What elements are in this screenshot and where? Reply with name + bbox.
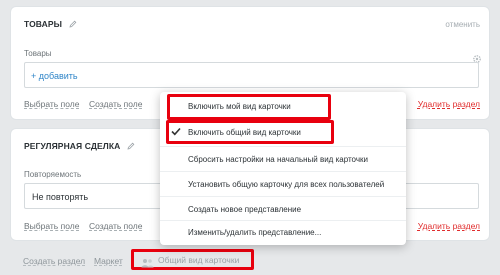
goods-select-field-link[interactable]: Выбрать поле — [24, 99, 79, 109]
highlight-frame — [166, 120, 334, 144]
market-link[interactable]: Маркет — [94, 256, 123, 266]
deal-select-field-link[interactable]: Выбрать поле — [24, 221, 79, 231]
goods-section-title: ТОВАРЫ — [24, 19, 63, 29]
goods-section-title-row: ТОВАРЫ — [24, 19, 77, 30]
edit-title-pencil-icon[interactable] — [68, 20, 77, 30]
recurrence-select-value: Не повторять — [32, 192, 89, 202]
deal-section-title: РЕГУЛЯРНАЯ СДЕЛКА — [24, 141, 121, 151]
menu-item-label: Установить общую карточку для всех польз… — [188, 180, 385, 189]
deal-field-label: Повторяемость — [24, 170, 82, 179]
highlight-frame — [167, 94, 331, 120]
general-card-view-button[interactable]: Общий вид карточки — [131, 249, 254, 270]
menu-item-label: Изменить/удалить представление... — [188, 228, 322, 237]
menu-item-reset-settings[interactable]: Сбросить настройки на начальный вид карт… — [160, 147, 406, 171]
deal-section-title-row: РЕГУЛЯРНАЯ СДЕЛКА — [24, 141, 135, 152]
menu-item-edit-view[interactable]: Изменить/удалить представление... — [160, 220, 406, 244]
create-section-link[interactable]: Создать раздел — [23, 256, 85, 266]
users-icon — [141, 255, 154, 273]
edit-title-pencil-icon[interactable] — [127, 142, 135, 152]
menu-item-label: Сбросить настройки на начальный вид карт… — [188, 155, 368, 164]
goods-field-box[interactable]: + добавить — [24, 62, 479, 88]
menu-item-create-view[interactable]: Создать новое представление — [160, 197, 406, 221]
deal-create-field-link[interactable]: Создать поле — [89, 221, 143, 231]
goods-cancel-link[interactable]: отменить — [445, 20, 480, 29]
add-product-link[interactable]: + добавить — [31, 71, 78, 81]
menu-item-set-general-for-all[interactable]: Установить общую карточку для всех польз… — [160, 172, 406, 196]
card-view-menu: Включить мой вид карточки Включить общий… — [160, 92, 406, 245]
goods-delete-section-link[interactable]: Удалить раздел — [418, 99, 480, 109]
deal-delete-section-link[interactable]: Удалить раздел — [418, 221, 480, 231]
general-card-view-label: Общий вид карточки — [158, 255, 240, 265]
goods-create-field-link[interactable]: Создать поле — [89, 99, 143, 109]
menu-item-label: Создать новое представление — [188, 205, 302, 214]
goods-field-label: Товары — [24, 49, 52, 58]
